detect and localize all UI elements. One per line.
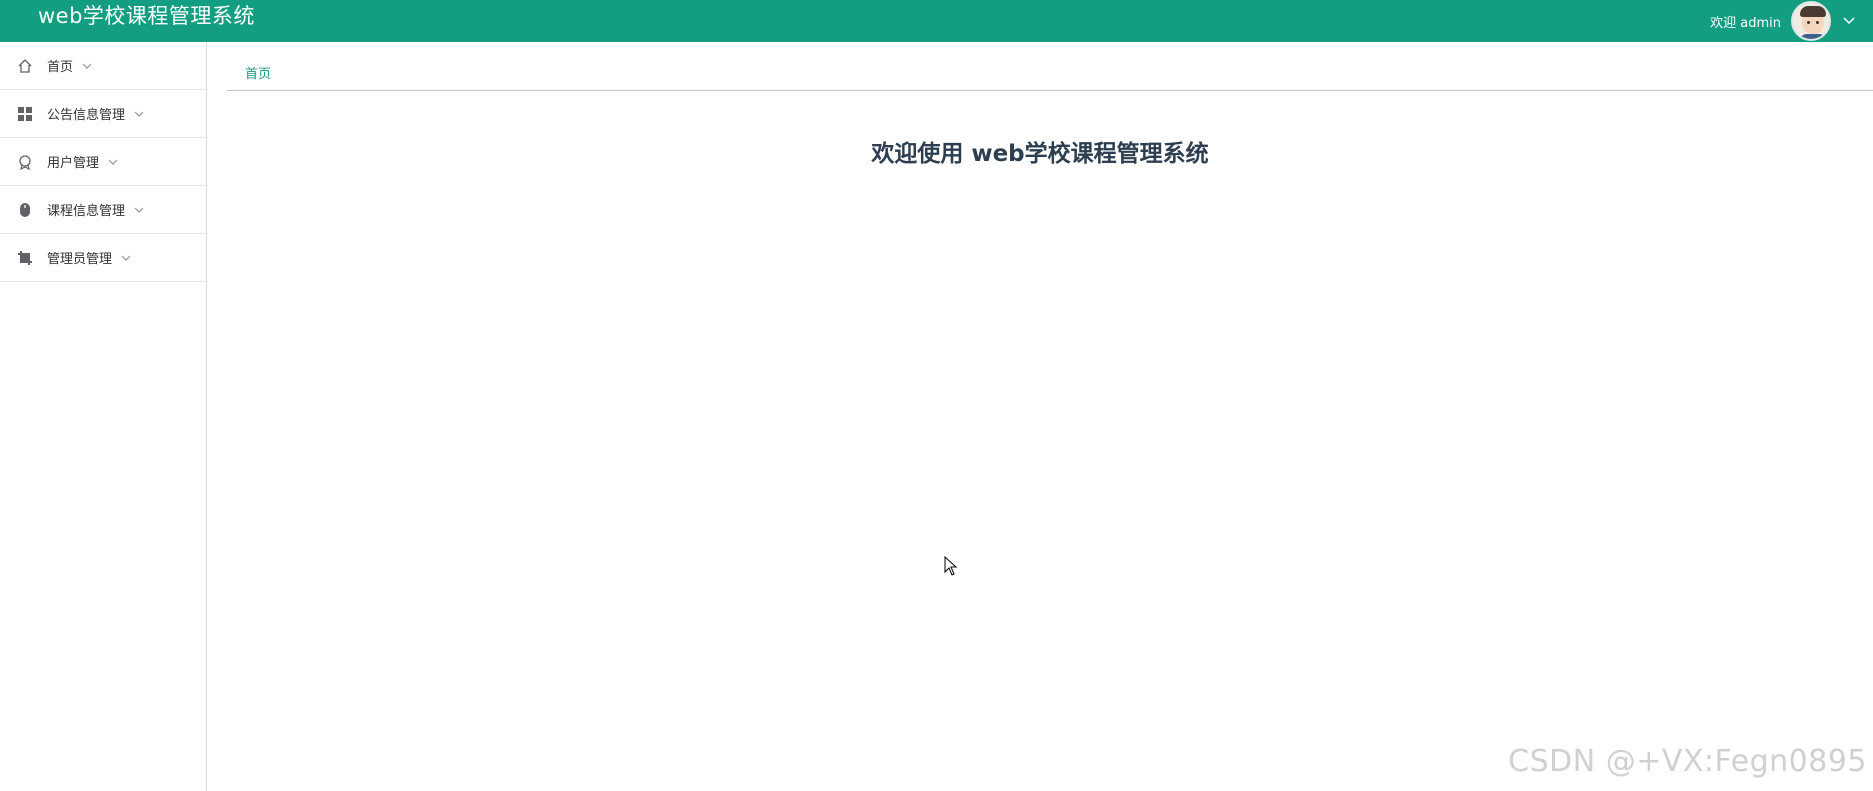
sidebar-item-admins[interactable]: 管理员管理 xyxy=(0,234,206,282)
chevron-down-icon xyxy=(134,109,144,119)
welcome-user-text: 欢迎 admin xyxy=(1710,15,1781,31)
home-icon xyxy=(17,58,33,74)
header-user-area[interactable]: 欢迎 admin xyxy=(1710,1,1873,41)
badge-icon xyxy=(17,154,33,170)
chevron-down-icon xyxy=(82,61,92,71)
mouse-cursor-icon xyxy=(944,556,958,576)
watermark: CSDN @+VX:Fegn0895 xyxy=(1508,744,1867,779)
sidebar-item-home[interactable]: 首页 xyxy=(0,42,206,90)
grid-icon xyxy=(17,106,33,122)
sidebar-item-notice[interactable]: 公告信息管理 xyxy=(0,90,206,138)
sidebar-item-label: 首页 xyxy=(47,60,74,75)
chevron-down-icon xyxy=(134,205,144,215)
sidebar-item-label: 公告信息管理 xyxy=(47,108,126,123)
page-title: 欢迎使用 web学校课程管理系统 xyxy=(871,141,1209,167)
breadcrumb-home-link[interactable]: 首页 xyxy=(227,63,271,82)
sidebar-item-label: 用户管理 xyxy=(47,156,100,171)
chevron-down-icon xyxy=(121,253,131,263)
sidebar-item-label: 管理员管理 xyxy=(47,252,113,267)
sidebar-item-users[interactable]: 用户管理 xyxy=(0,138,206,186)
breadcrumb: 首页 xyxy=(227,42,1873,91)
main-content: 首页 欢迎使用 web学校课程管理系统 xyxy=(207,42,1873,791)
chevron-down-icon xyxy=(108,157,118,167)
app-title: web学校课程管理系统 xyxy=(38,4,255,28)
sidebar-item-courses[interactable]: 课程信息管理 xyxy=(0,186,206,234)
sidebar: 首页 公告信息管理 用户管理 课程信息管理 管理员管理 xyxy=(0,42,207,791)
mouse-icon xyxy=(17,202,33,218)
sidebar-item-label: 课程信息管理 xyxy=(47,204,126,219)
user-avatar[interactable] xyxy=(1791,1,1831,41)
crop-icon xyxy=(17,250,33,266)
top-header: web学校课程管理系统 欢迎 admin xyxy=(0,0,1873,42)
chevron-down-icon[interactable] xyxy=(1841,13,1857,29)
